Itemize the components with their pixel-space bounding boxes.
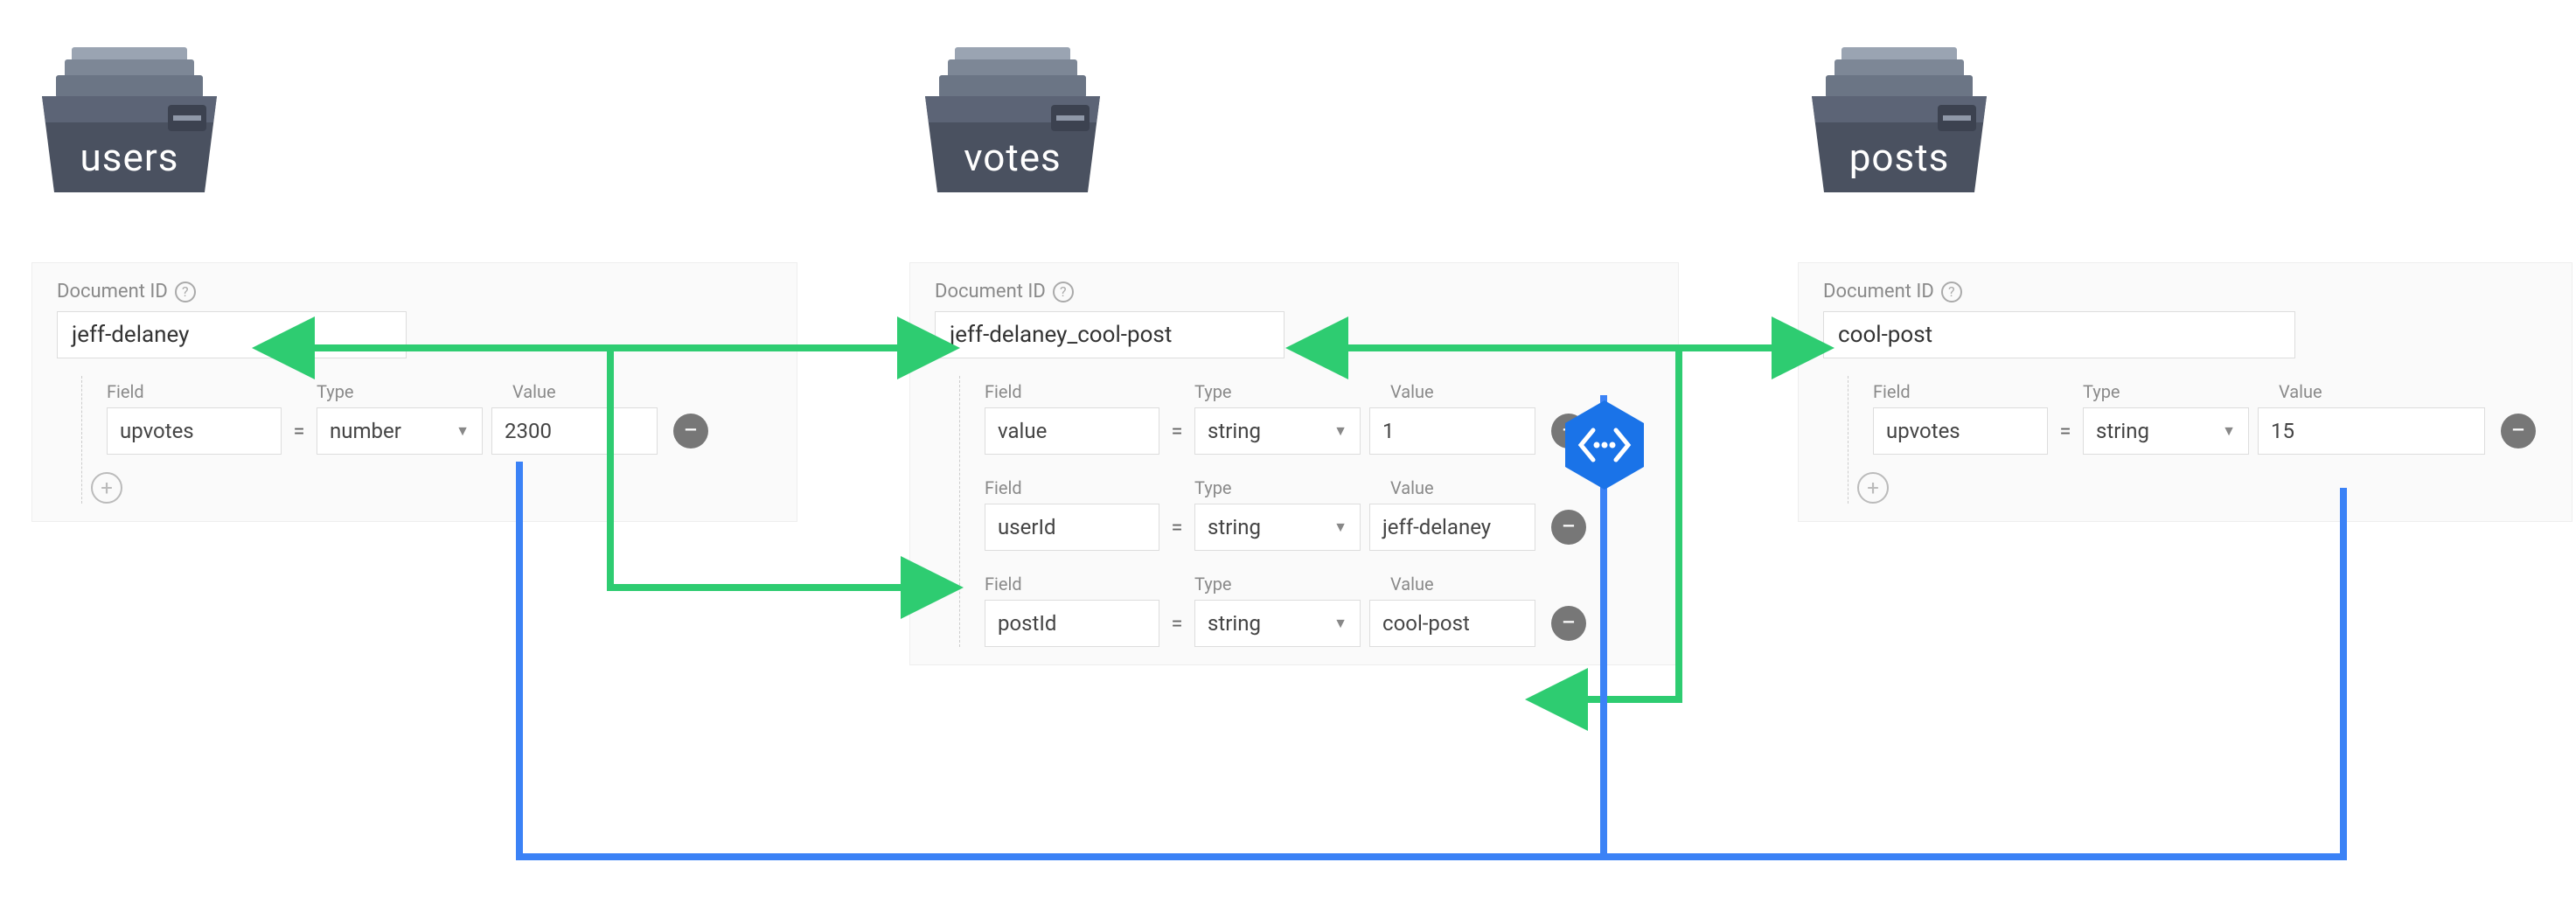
header-value: Value — [1390, 381, 1434, 402]
equals-sign: = — [1159, 611, 1194, 636]
header-value: Value — [1390, 574, 1434, 595]
equals-sign: = — [282, 419, 317, 443]
field-name-input[interactable]: upvotes — [1873, 407, 2048, 455]
remove-field-button[interactable]: − — [673, 414, 708, 449]
field-header: Field Type Value — [1873, 376, 2572, 402]
collection-drawer-votes: votes — [916, 44, 1109, 201]
header-type: Type — [1194, 477, 1369, 498]
field-row: userId = string ▼ jeff-delaney − — [985, 504, 1678, 551]
help-icon[interactable]: ? — [175, 282, 196, 302]
document-panel-users: Document ID ? jeff-delaney Field Type Va… — [31, 262, 797, 522]
header-type: Type — [1194, 381, 1369, 402]
collection-label: votes — [916, 135, 1109, 180]
document-id-input[interactable]: cool-post — [1823, 311, 2295, 358]
header-value: Value — [512, 381, 556, 402]
chevron-down-icon: ▼ — [1333, 615, 1347, 632]
field-name-input[interactable]: value — [985, 407, 1159, 455]
header-type: Type — [2083, 381, 2258, 402]
chevron-down-icon: ▼ — [1333, 422, 1347, 440]
document-id-label: Document ID ? — [935, 281, 1678, 302]
document-id-text: Document ID — [935, 281, 1046, 302]
remove-field-button[interactable]: − — [2501, 414, 2536, 449]
header-type: Type — [1194, 574, 1369, 595]
header-field: Field — [107, 381, 282, 402]
collection-label: users — [33, 135, 226, 180]
collection-drawer-posts: posts — [1803, 44, 1995, 201]
header-field: Field — [985, 574, 1159, 595]
field-type-select[interactable]: string ▼ — [1194, 600, 1361, 647]
add-field-button[interactable]: + — [91, 472, 122, 504]
equals-sign: = — [2048, 419, 2083, 443]
add-field-button[interactable]: + — [1857, 472, 1889, 504]
document-id-input[interactable]: jeff-delaney — [57, 311, 407, 358]
field-type-select[interactable]: string ▼ — [1194, 407, 1361, 455]
field-value-input[interactable]: 15 — [2258, 407, 2485, 455]
header-type: Type — [317, 381, 491, 402]
equals-sign: = — [1159, 515, 1194, 539]
chevron-down-icon: ▼ — [2222, 422, 2236, 440]
field-name-input[interactable]: userId — [985, 504, 1159, 551]
header-field: Field — [1873, 381, 2048, 402]
field-value-input[interactable]: 2300 — [491, 407, 658, 455]
field-type-value: string — [1208, 611, 1261, 636]
equals-sign: = — [1159, 419, 1194, 443]
chevron-down-icon: ▼ — [456, 422, 470, 440]
field-header: Field Type Value — [107, 376, 797, 402]
field-value-input[interactable]: cool-post — [1369, 600, 1535, 647]
document-panel-posts: Document ID ? cool-post Field Type Value… — [1798, 262, 2573, 522]
field-row: postId = string ▼ cool-post − — [985, 600, 1678, 647]
remove-field-button[interactable]: − — [1551, 606, 1586, 641]
field-header: Field Type Value — [985, 568, 1678, 595]
chevron-down-icon: ▼ — [1333, 518, 1347, 536]
field-type-value: number — [330, 419, 401, 443]
header-field: Field — [985, 477, 1159, 498]
field-type-value: string — [1208, 419, 1261, 443]
field-type-value: string — [1208, 515, 1261, 539]
header-value: Value — [1390, 477, 1434, 498]
remove-field-button[interactable]: − — [1551, 510, 1586, 545]
field-row: upvotes = number ▼ 2300 − — [107, 407, 797, 455]
field-name-input[interactable]: upvotes — [107, 407, 282, 455]
document-id-text: Document ID — [57, 281, 168, 302]
field-name-input[interactable]: postId — [985, 600, 1159, 647]
document-id-label: Document ID ? — [1823, 281, 2572, 302]
document-id-label: Document ID ? — [57, 281, 797, 302]
field-row: upvotes = string ▼ 15 − — [1873, 407, 2572, 455]
collection-drawer-users: users — [33, 44, 226, 201]
help-icon[interactable]: ? — [1941, 282, 1962, 302]
header-field: Field — [985, 381, 1159, 402]
field-type-value: string — [2096, 419, 2149, 443]
field-type-select[interactable]: string ▼ — [2083, 407, 2249, 455]
document-id-text: Document ID — [1823, 281, 1934, 302]
field-value-input[interactable]: jeff-delaney — [1369, 504, 1535, 551]
cloud-functions-icon — [1556, 397, 1653, 493]
help-icon[interactable]: ? — [1053, 282, 1074, 302]
document-id-input[interactable]: jeff-delaney_cool-post — [935, 311, 1285, 358]
header-value: Value — [2279, 381, 2322, 402]
collection-label: posts — [1803, 135, 1995, 180]
field-value-input[interactable]: 1 — [1369, 407, 1535, 455]
field-type-select[interactable]: number ▼ — [317, 407, 483, 455]
field-type-select[interactable]: string ▼ — [1194, 504, 1361, 551]
